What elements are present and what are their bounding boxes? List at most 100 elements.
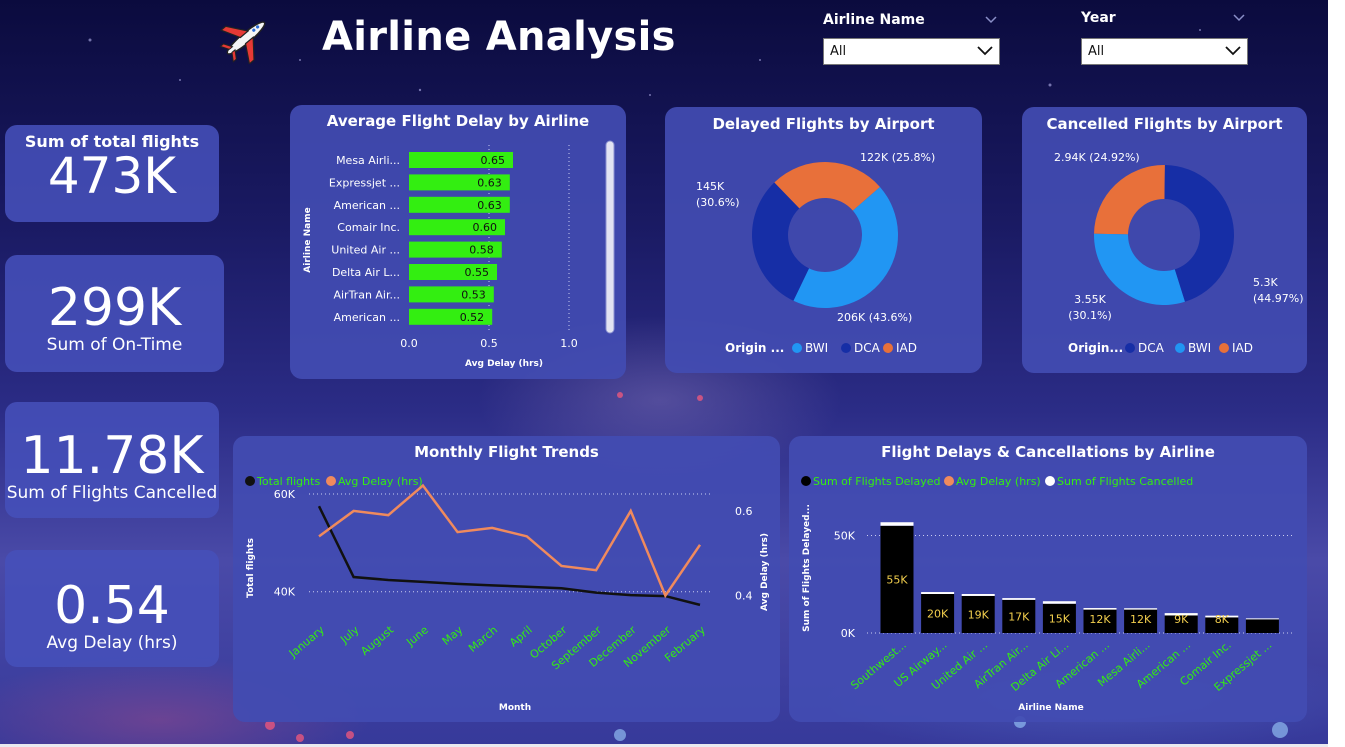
delayed-by-airport-chart[interactable]: Delayed Flights by Airport 206K (43.6%) 1… [665, 107, 982, 373]
legend-swatch [841, 343, 851, 353]
kpi-avg-delay: 0.54 Avg Delay (hrs) [5, 550, 219, 667]
kpi-on-time: 299K Sum of On-Time [5, 255, 224, 372]
delays-cancellations-plot: 50K0K55KSouthwest...20KUS Airway...19KUn… [801, 475, 1294, 713]
bar-flights-cancelled [1245, 618, 1279, 620]
data-label: 15K [1049, 612, 1071, 625]
kpi-value: 0.54 [54, 576, 170, 636]
year-filter[interactable]: Year All [1081, 10, 1251, 65]
monthly-trends-chart[interactable]: Monthly Flight Trends 60K 40K 0.6 0.4 Januar… [233, 436, 780, 722]
y-tick-label: 50K [834, 530, 856, 543]
chevron-down-icon[interactable] [985, 14, 997, 26]
donut-slice [793, 186, 898, 308]
cancelled-by-airport-chart[interactable]: Cancelled Flights by Airport 5.3K (44.97%… [1022, 107, 1307, 373]
bar-flights-cancelled [1002, 598, 1036, 600]
donut-slice [1094, 233, 1185, 305]
x-axis-label: Avg Delay (hrs) [465, 359, 543, 369]
data-label: 5.3K [1253, 276, 1278, 289]
year-select[interactable]: All [1081, 38, 1248, 65]
legend-swatch [326, 476, 336, 486]
filter-value: All [830, 44, 847, 59]
bar-flights-cancelled [1083, 608, 1117, 610]
category-label: Expressjet ... [329, 176, 400, 189]
delays-cancellations-chart[interactable]: Flight Delays & Cancellations by Airline… [789, 436, 1307, 722]
x-tick-label: 0.0 [400, 337, 418, 350]
airline-name-filter[interactable]: Airline Name All [823, 12, 1003, 65]
data-label: 206K (43.6%) [837, 311, 912, 324]
legend-item: Total flights [256, 475, 320, 488]
legend-swatch [944, 476, 954, 486]
scrollbar [605, 140, 615, 334]
data-label: 0.63 [477, 199, 502, 212]
legend-swatch [792, 343, 802, 353]
airline-name-select[interactable]: All [823, 38, 1000, 65]
delayed-donut-plot: 206K (43.6%) 145K (30.6%) 122K (25.8%) Origi… [696, 151, 935, 355]
filter-label: Year [1081, 10, 1116, 26]
category-label: United Air ... [331, 244, 400, 257]
legend-item: Avg Delay (hrs) [338, 475, 423, 488]
data-label: 19K [968, 608, 990, 621]
data-label: (30.1%) [1068, 309, 1112, 322]
y-tick-label: 0K [841, 627, 856, 640]
data-label: 3.55K [1074, 293, 1106, 306]
data-label: 0.63 [477, 176, 502, 189]
legend-swatch [1175, 343, 1185, 353]
data-label: 17K [1008, 610, 1030, 623]
data-label: 0.53 [461, 288, 486, 301]
bar-flights-cancelled [880, 522, 914, 526]
legend-item: IAD [896, 341, 917, 355]
x-tick-label: April [507, 623, 535, 649]
legend-item: DCA [1138, 341, 1165, 355]
window-edge [1328, 0, 1345, 747]
chevron-down-icon [1225, 46, 1241, 56]
legend-item: Sum of Flights Delayed [813, 475, 941, 488]
legend-swatch [245, 476, 255, 486]
y2-tick-label: 0.4 [735, 590, 753, 603]
x-axis-label: Airline Name [1018, 703, 1083, 713]
data-label: 8K [1215, 613, 1230, 626]
x-tick-label: March [466, 623, 500, 655]
y-tick-label: 60K [274, 488, 296, 501]
x-tick-label: January [286, 623, 327, 661]
legend-title: Origin... [1068, 341, 1123, 355]
kpi-value: 11.78K [20, 426, 204, 486]
bar-flights-cancelled [1042, 601, 1076, 604]
category-label: American ... [334, 199, 400, 212]
bar-flights-cancelled [961, 594, 995, 596]
y-axis-label: Sum of Flights Delayed... [802, 504, 812, 632]
data-label: 20K [927, 608, 949, 621]
kpi-value: 473K [47, 147, 177, 205]
legend-swatch [1219, 343, 1229, 353]
category-label: Delta Air L... [332, 266, 400, 279]
legend-item: DCA [854, 341, 881, 355]
filter-label: Airline Name [823, 12, 925, 28]
filter-value: All [1088, 44, 1105, 59]
legend-swatch [1125, 343, 1135, 353]
donut-slice [1094, 165, 1165, 235]
avg-delay-by-airline-chart[interactable]: Average Flight Delay by Airline 0.0 0.5 1.… [290, 105, 626, 379]
cancelled-donut-plot: 5.3K (44.97%) 3.55K (30.1%) 2.94K (24.92%) Or… [1054, 151, 1304, 355]
chevron-down-icon[interactable] [1233, 12, 1245, 24]
legend-swatch [1045, 476, 1055, 486]
chevron-down-icon [977, 46, 993, 56]
x-tick-label: 1.0 [560, 337, 578, 350]
bar-flights-delayed [1245, 619, 1279, 633]
kpi-flights-cancelled: 11.78K Sum of Flights Cancelled [5, 402, 219, 518]
y-tick-label: 40K [274, 586, 296, 599]
monthly-trends-plot: 60K 40K 0.6 0.4 January JulyAugust June May Marc… [245, 475, 770, 713]
bar-flights-cancelled [921, 592, 955, 594]
kpi-caption: Avg Delay (hrs) [46, 633, 178, 653]
data-label: 12K [1089, 613, 1111, 626]
bar-flights-cancelled [1124, 608, 1158, 610]
data-label: 9K [1174, 613, 1189, 626]
legend-swatch [801, 476, 811, 486]
data-label: 0.60 [473, 221, 498, 234]
x-tick-label: July [337, 623, 362, 647]
data-label: 0.55 [465, 266, 490, 279]
legend-item: BWI [1188, 341, 1211, 355]
kpi-caption: Sum of On-Time [46, 335, 183, 355]
data-label: (44.97%) [1253, 292, 1304, 305]
data-label: 0.58 [469, 244, 494, 257]
data-label: 0.52 [460, 311, 485, 324]
category-label: American ... [334, 311, 400, 324]
legend-swatch [883, 343, 893, 353]
